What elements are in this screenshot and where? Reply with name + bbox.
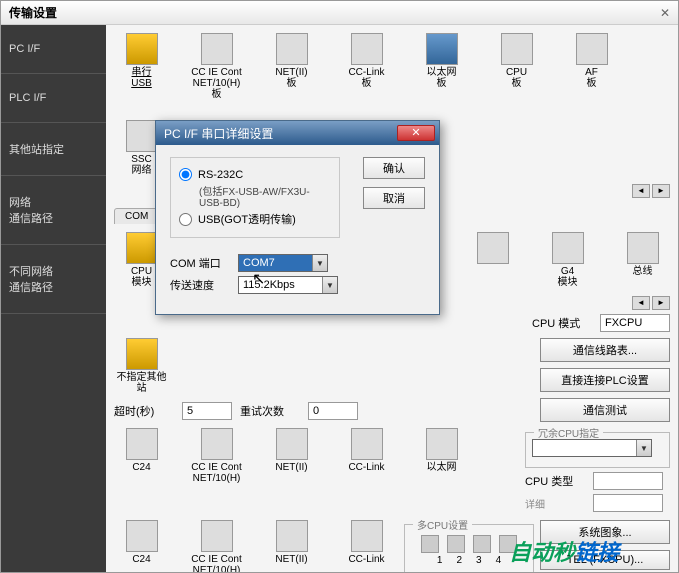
chevron-down-icon: ▼ (636, 440, 651, 456)
rs232-sublabel: (包括FX-USB-AW/FX3U-USB-BD) (199, 183, 331, 209)
net-path-section: C24 CC IE Cont NET/10(H) NET(II) CC-Link… (114, 428, 670, 516)
scroll-right-icon[interactable]: ► (652, 296, 670, 310)
device-icon (576, 33, 608, 65)
icon-cciecont2[interactable]: CC IE Cont NET/10(H) (189, 428, 244, 484)
timeout-input[interactable] (182, 402, 232, 420)
sidebar-item-plcif[interactable]: PLC I/F (1, 74, 106, 123)
icon-cclink2[interactable]: CC-Link (339, 428, 394, 484)
direct-plc-button[interactable]: 直接连接PLC设置 (540, 368, 670, 392)
icon-af[interactable]: AF 板 (564, 33, 619, 100)
radio-usb[interactable]: USB(GOT透明传输) (179, 211, 331, 227)
sidebar: PC I/F PLC I/F 其他站指定 网络 通信路径 不同网络 通信路径 (1, 25, 106, 572)
dialog-title-bar[interactable]: PC I/F 串口详细设置 ✕ (156, 121, 439, 145)
icon-bus[interactable]: 总线 (615, 232, 670, 288)
sidebar-item-diffnetpath[interactable]: 不同网络 通信路径 (1, 245, 106, 314)
icon-c24b[interactable]: C24 (114, 520, 169, 572)
device-icon (276, 33, 308, 65)
device-icon (351, 520, 383, 552)
device-icon (426, 428, 458, 460)
cpu-slot[interactable] (447, 535, 465, 553)
device-icon (126, 520, 158, 552)
dialog-title: PC I/F 串口详细设置 (164, 125, 273, 142)
device-icon (627, 232, 659, 264)
icon-netii2[interactable]: NET(II) (264, 428, 319, 484)
baud-label: 传送速度 (170, 277, 230, 293)
rs232-radio[interactable] (179, 168, 192, 181)
retry-input[interactable] (308, 402, 358, 420)
icon-no-other-station[interactable]: 不指定其他站 (114, 338, 169, 394)
detail-label: 详细 (525, 496, 585, 511)
device-icon (126, 428, 158, 460)
title-bar: 传输设置 ✕ (1, 1, 678, 25)
other-station-section: 不指定其他站 超时(秒) 重试次数 通信线路表... 直接连接PLC设置 通信测… (114, 338, 670, 424)
sidebar-item-otherstation[interactable]: 其他站指定 (1, 123, 106, 176)
icon-g4[interactable]: G4 模块 (540, 232, 595, 288)
radio-rs232[interactable]: RS-232C (179, 168, 331, 181)
connection-type-group: RS-232C (包括FX-USB-AW/FX3U-USB-BD) USB(GO… (170, 157, 340, 238)
device-icon (126, 338, 158, 370)
icon-ethernet[interactable]: 以太网 板 (414, 33, 469, 100)
device-icon (201, 428, 233, 460)
icon-netii3[interactable]: NET(II) (264, 520, 319, 572)
icon-c24[interactable]: C24 (114, 428, 169, 484)
device-icon (201, 520, 233, 552)
retry-label: 重试次数 (240, 403, 300, 419)
device-icon (126, 33, 158, 65)
icon-cclink[interactable]: CC-Link 板 (339, 33, 394, 100)
cpu-type-input[interactable] (593, 472, 663, 490)
device-icon (276, 520, 308, 552)
scroll-left-icon[interactable]: ◄ (632, 296, 650, 310)
sidebar-item-netpath[interactable]: 网络 通信路径 (1, 176, 106, 245)
com-port-label: COM 端口 (170, 255, 230, 271)
icon-ethernet2[interactable]: 以太网 (414, 428, 469, 484)
sidebar-item-pcif[interactable]: PC I/F (1, 25, 106, 74)
icon-netii[interactable]: NET(II) 板 (264, 33, 319, 100)
comm-test-button[interactable]: 通信测试 (540, 398, 670, 422)
cpu-slot[interactable] (473, 535, 491, 553)
dialog-cancel-button[interactable]: 取消 (363, 187, 425, 209)
cpu-type-label: CPU 类型 (525, 473, 585, 489)
device-icon (426, 33, 458, 65)
device-icon (201, 33, 233, 65)
window-title: 传输设置 (9, 4, 57, 21)
cpu-mode-label: CPU 模式 (532, 315, 592, 331)
device-icon (126, 232, 158, 264)
baud-select[interactable]: 115.2Kbps ▼ (238, 276, 338, 294)
device-icon (477, 232, 509, 264)
scroll-right-icon[interactable]: ► (652, 184, 670, 198)
icon-serial-usb[interactable]: 串行 USB (114, 33, 169, 100)
icon-cpu[interactable]: CPU 板 (489, 33, 544, 100)
chevron-down-icon: ▼ (322, 277, 337, 293)
device-icon (276, 428, 308, 460)
dialog-body: RS-232C (包括FX-USB-AW/FX3U-USB-BD) USB(GO… (156, 145, 439, 314)
multi-cpu-title: 多CPU设置 (413, 517, 472, 532)
dialog-close-icon[interactable]: ✕ (397, 125, 435, 141)
cpu-mode-input[interactable] (600, 314, 670, 332)
icon-cciecont3[interactable]: CC IE Cont NET/10(H) (189, 520, 244, 572)
com-port-select[interactable]: COM7 ▼ (238, 254, 328, 272)
redundant-cpu-title: 冗余CPU指定 (534, 425, 603, 440)
scroll-left-icon[interactable]: ◄ (632, 184, 650, 198)
chevron-down-icon: ▼ (312, 255, 327, 271)
redundant-cpu-select[interactable]: ▼ (532, 439, 652, 457)
detail-input[interactable] (593, 494, 663, 512)
device-icon (552, 232, 584, 264)
icon-placeholder[interactable] (465, 232, 520, 288)
icon-cciecont[interactable]: CC IE Cont NET/10(H)板 (189, 33, 244, 100)
serial-detail-dialog: PC I/F 串口详细设置 ✕ RS-232C (包括FX-USB-AW/FX3… (155, 120, 440, 315)
device-icon (351, 33, 383, 65)
device-icon (126, 120, 158, 152)
device-icon (501, 33, 533, 65)
icon-cclink3[interactable]: CC-Link (339, 520, 394, 572)
device-icon (351, 428, 383, 460)
route-list-button[interactable]: 通信线路表... (540, 338, 670, 362)
usb-radio[interactable] (179, 213, 192, 226)
tab-com1[interactable]: COM (114, 208, 159, 224)
cpu-slot[interactable] (421, 535, 439, 553)
watermark: 自动秒链接 (509, 535, 619, 567)
dialog-ok-button[interactable]: 确认 (363, 157, 425, 179)
timeout-label: 超时(秒) (114, 403, 174, 419)
close-icon[interactable]: ✕ (660, 6, 670, 20)
